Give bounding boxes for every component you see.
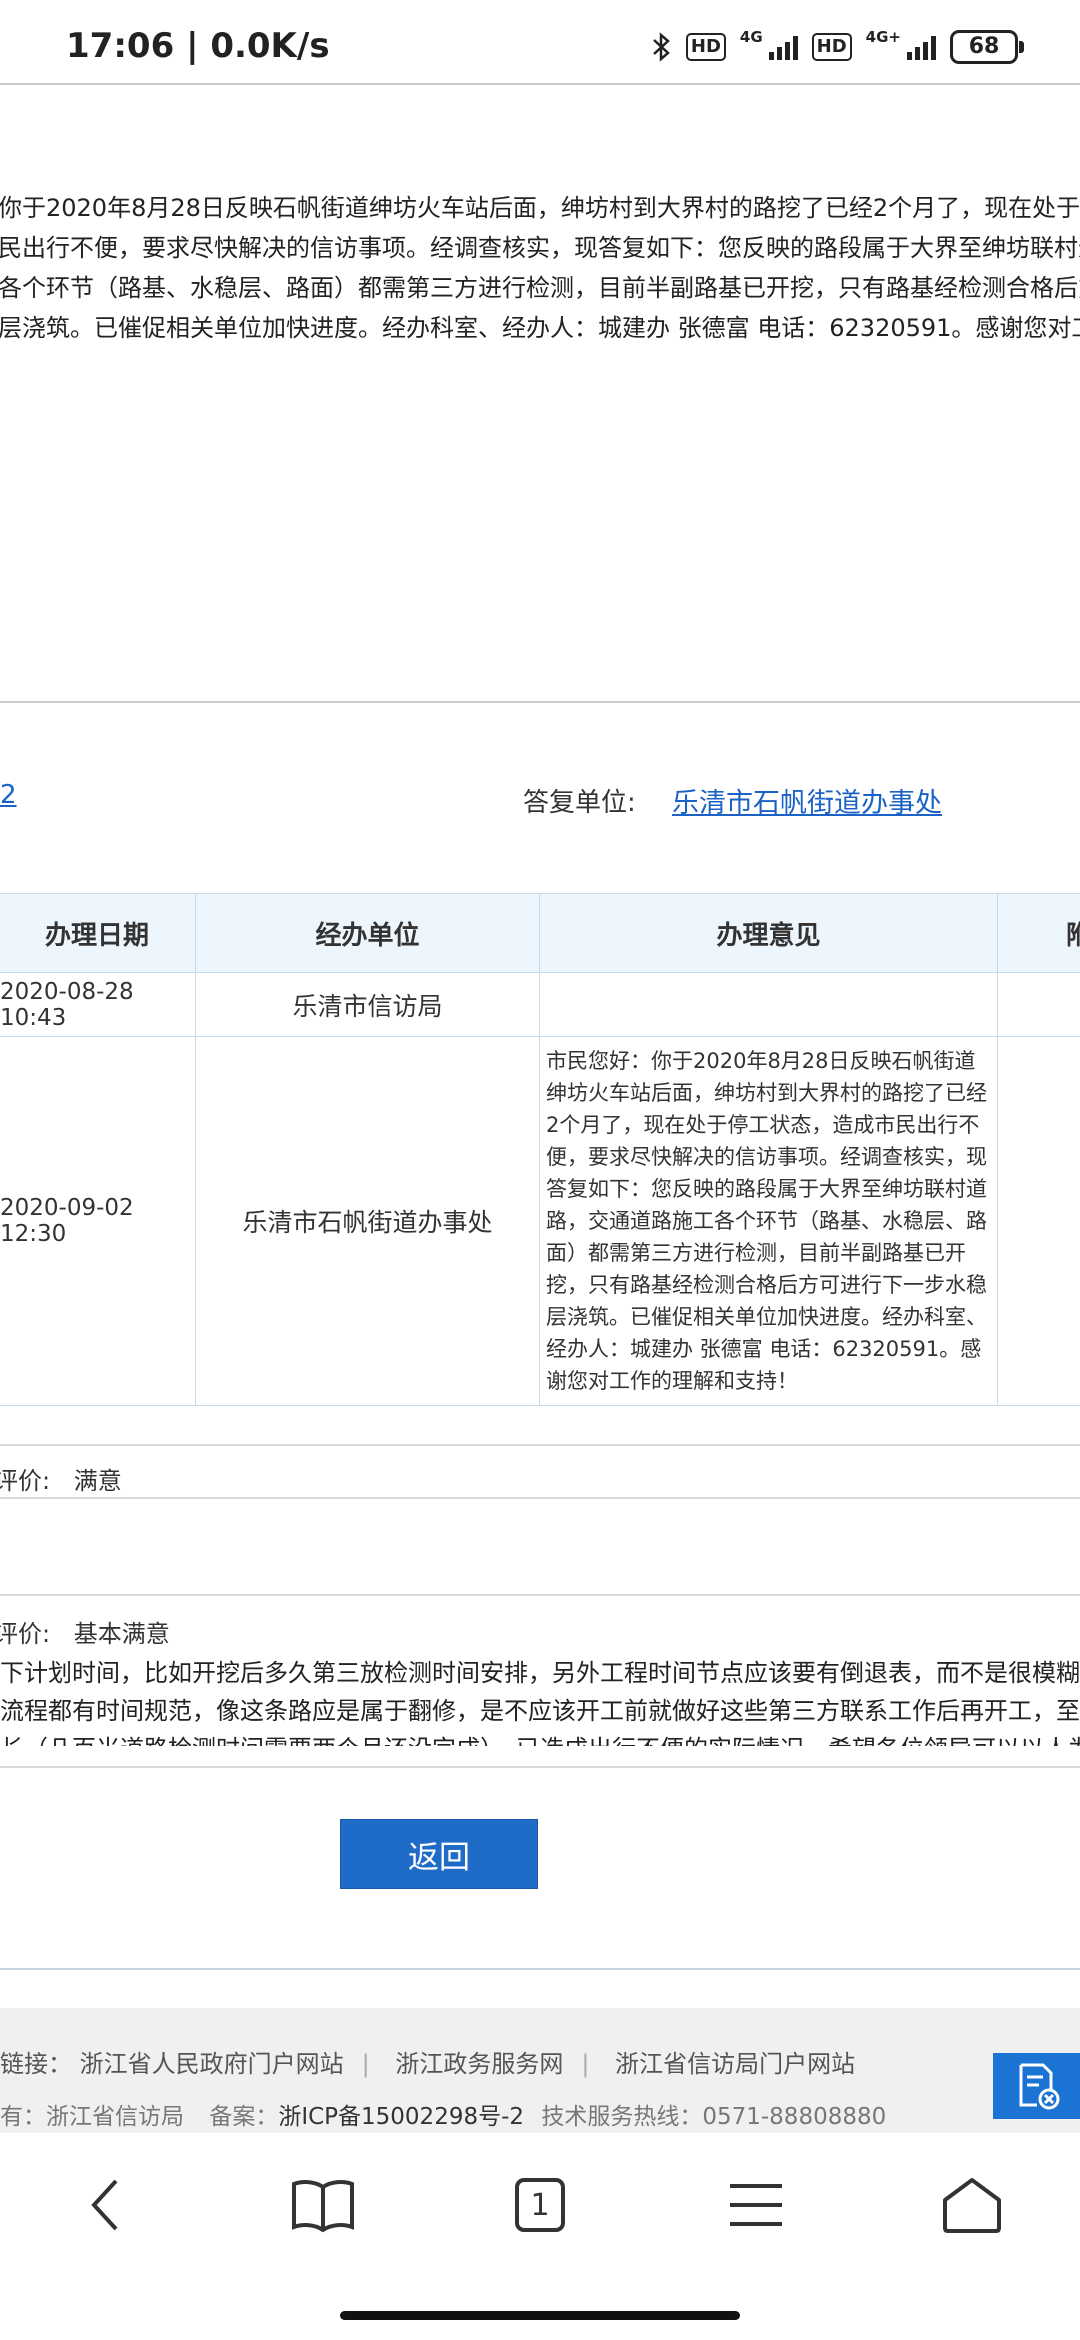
evaluation-value: 基本满意 [73, 1620, 170, 1648]
network-type-2: 4G+ [865, 28, 901, 46]
status-bar: 17:06 | 0.0K/s HD 4G HD 4G+ 68 [0, 0, 1080, 84]
reply-left-link[interactable]: 2 [0, 780, 17, 810]
divider [0, 1766, 1080, 1768]
signal-icon-2 [907, 34, 936, 60]
footer-icp-label: 备案： [209, 2104, 279, 2130]
nav-back-button[interactable] [66, 2170, 146, 2240]
cell-attachment [997, 1036, 1080, 1406]
divider [0, 1444, 1080, 1446]
gesture-bar[interactable] [340, 2311, 740, 2320]
cell-date: 2020-09-02 12:30 [0, 1036, 196, 1406]
cell-opinion: 市民您好：你于2020年8月28日反映石帆街道绅坊火车站后面，绅坊村到大界村的路… [539, 1036, 998, 1406]
hd-badge-2: HD [811, 33, 852, 61]
divider [0, 83, 1080, 85]
table-header-row: 办理日期 经办单位 办理意见 附 [0, 893, 1080, 973]
tab-count: 1 [515, 2178, 565, 2232]
footer-owner: 有：浙江省信访局 [0, 2104, 184, 2130]
cell-unit: 乐清市石帆街道办事处 [195, 1036, 540, 1406]
bluetooth-icon [653, 32, 670, 62]
comment-line: 长（几百米道路检测时间需要两个月还没完成），已造成出行不便的实际情况，希望各位领… [0, 1730, 1080, 1746]
evaluation-label: 评价: [0, 1620, 51, 1648]
divider [0, 1594, 1080, 1596]
footer-link-zj-service[interactable]: 浙江政务服务网 [395, 2050, 563, 2078]
separator: | [581, 2050, 590, 2078]
reply-unit-link[interactable]: 乐清市石帆街道办事处 [672, 781, 942, 820]
footer-link-zj-xinfang[interactable]: 浙江省信访局门户网站 [615, 2050, 855, 2078]
evaluation-comment: 下计划时间，比如开挖后多久第三放检测时间安排，另外工程时间节点应该要有倒退表，而… [0, 1654, 1080, 1754]
evaluation-label: 评价: [0, 1467, 51, 1495]
reply-line: 各个环节（路基、水稳层、路面）都需第三方进行检测，目前半副路基已开挖，只有路基经… [0, 274, 1080, 302]
divider [0, 701, 1080, 703]
cell-attachment [997, 972, 1080, 1037]
reply-line: 层浇筑。已催促相关单位加快进度。经办科室、经办人：城建办 张德富 电话：6232… [0, 314, 1080, 342]
col-header-unit: 经办单位 [195, 893, 540, 973]
reply-unit-label: 答复单位: [523, 788, 636, 818]
signal-icon [768, 34, 798, 60]
divider [0, 1968, 1080, 1970]
footer-links-prefix: 链接： [0, 2050, 72, 2078]
cell-opinion [539, 972, 998, 1037]
reply-line: 民出行不便，要求尽快解决的信访事项。经调查核实，现答复如下：您反映的路段属于大界… [0, 234, 1080, 262]
col-header-opinion: 办理意见 [539, 893, 998, 973]
footer-hotline: 技术服务热线：0571-88808880 [541, 2104, 887, 2130]
battery-icon: 68 [950, 30, 1024, 64]
hd-badge: HD [685, 33, 726, 61]
comment-line: 下计划时间，比如开挖后多久第三放检测时间安排，另外工程时间节点应该要有倒退表，而… [0, 1659, 1080, 1687]
separator: | [361, 2050, 370, 2078]
reply-line: 你于2020年8月28日反映石帆街道绅坊火车站后面，绅坊村到大界村的路挖了已经2… [0, 194, 1080, 222]
nav-home-button[interactable] [932, 2170, 1012, 2240]
comment-line: 流程都有时间规范，像这条路应是属于翻修，是不应该开工前就做好这些第三方联系工作后… [0, 1697, 1080, 1725]
status-icons: HD 4G HD 4G+ 68 [652, 28, 1024, 64]
home-icon [943, 2178, 1001, 2233]
back-button[interactable]: 返回 [340, 1819, 538, 1889]
col-header-date: 办理日期 [0, 893, 196, 973]
footer-link-zj-gov[interactable]: 浙江省人民政府门户网站 [80, 2050, 344, 2078]
footer-info: 有：浙江省信访局 备案：浙ICP备15002298号-2 技术服务热线：0571… [0, 2097, 886, 2131]
table-row: 2020-08-28 10:43 乐清市信访局 [0, 972, 1080, 1037]
cell-date: 2020-08-28 10:43 [0, 972, 196, 1037]
status-time: 17:06 | 0.0K/s [66, 26, 330, 66]
network-type: 4G [739, 28, 763, 46]
floating-service-button[interactable] [993, 2053, 1080, 2119]
divider [0, 1497, 1080, 1499]
menu-icon [730, 2184, 782, 2226]
footer-links: 链接： 浙江省人民政府门户网站 | 浙江政务服务网 | 浙江省信访局门户网站 [0, 2044, 855, 2079]
evaluation-2: 评价: 基本满意 [0, 1614, 170, 1649]
document-close-icon [1019, 2063, 1059, 2110]
nav-tabs-button[interactable]: 1 [500, 2170, 580, 2240]
col-header-attachment: 附 [997, 893, 1080, 973]
book-icon [292, 2180, 354, 2233]
cell-unit: 乐清市信访局 [195, 972, 540, 1037]
process-table: 办理日期 经办单位 办理意见 附 2020-08-28 10:43 乐清市信访局… [0, 893, 1080, 1406]
evaluation-value: 满意 [73, 1467, 122, 1495]
nav-menu-button[interactable] [716, 2170, 796, 2240]
reply-content: 你于2020年8月28日反映石帆街道绅坊火车站后面，绅坊村到大界村的路挖了已经2… [0, 188, 1080, 348]
chevron-left-icon [91, 2179, 118, 2231]
table-row: 2020-09-02 12:30 乐清市石帆街道办事处 市民您好：你于2020年… [0, 1036, 1080, 1406]
evaluation-1: 评价: 满意 [0, 1461, 122, 1496]
footer-icp-value[interactable]: 浙ICP备15002298号-2 [278, 2104, 524, 2130]
nav-bookmarks-button[interactable] [283, 2170, 363, 2240]
